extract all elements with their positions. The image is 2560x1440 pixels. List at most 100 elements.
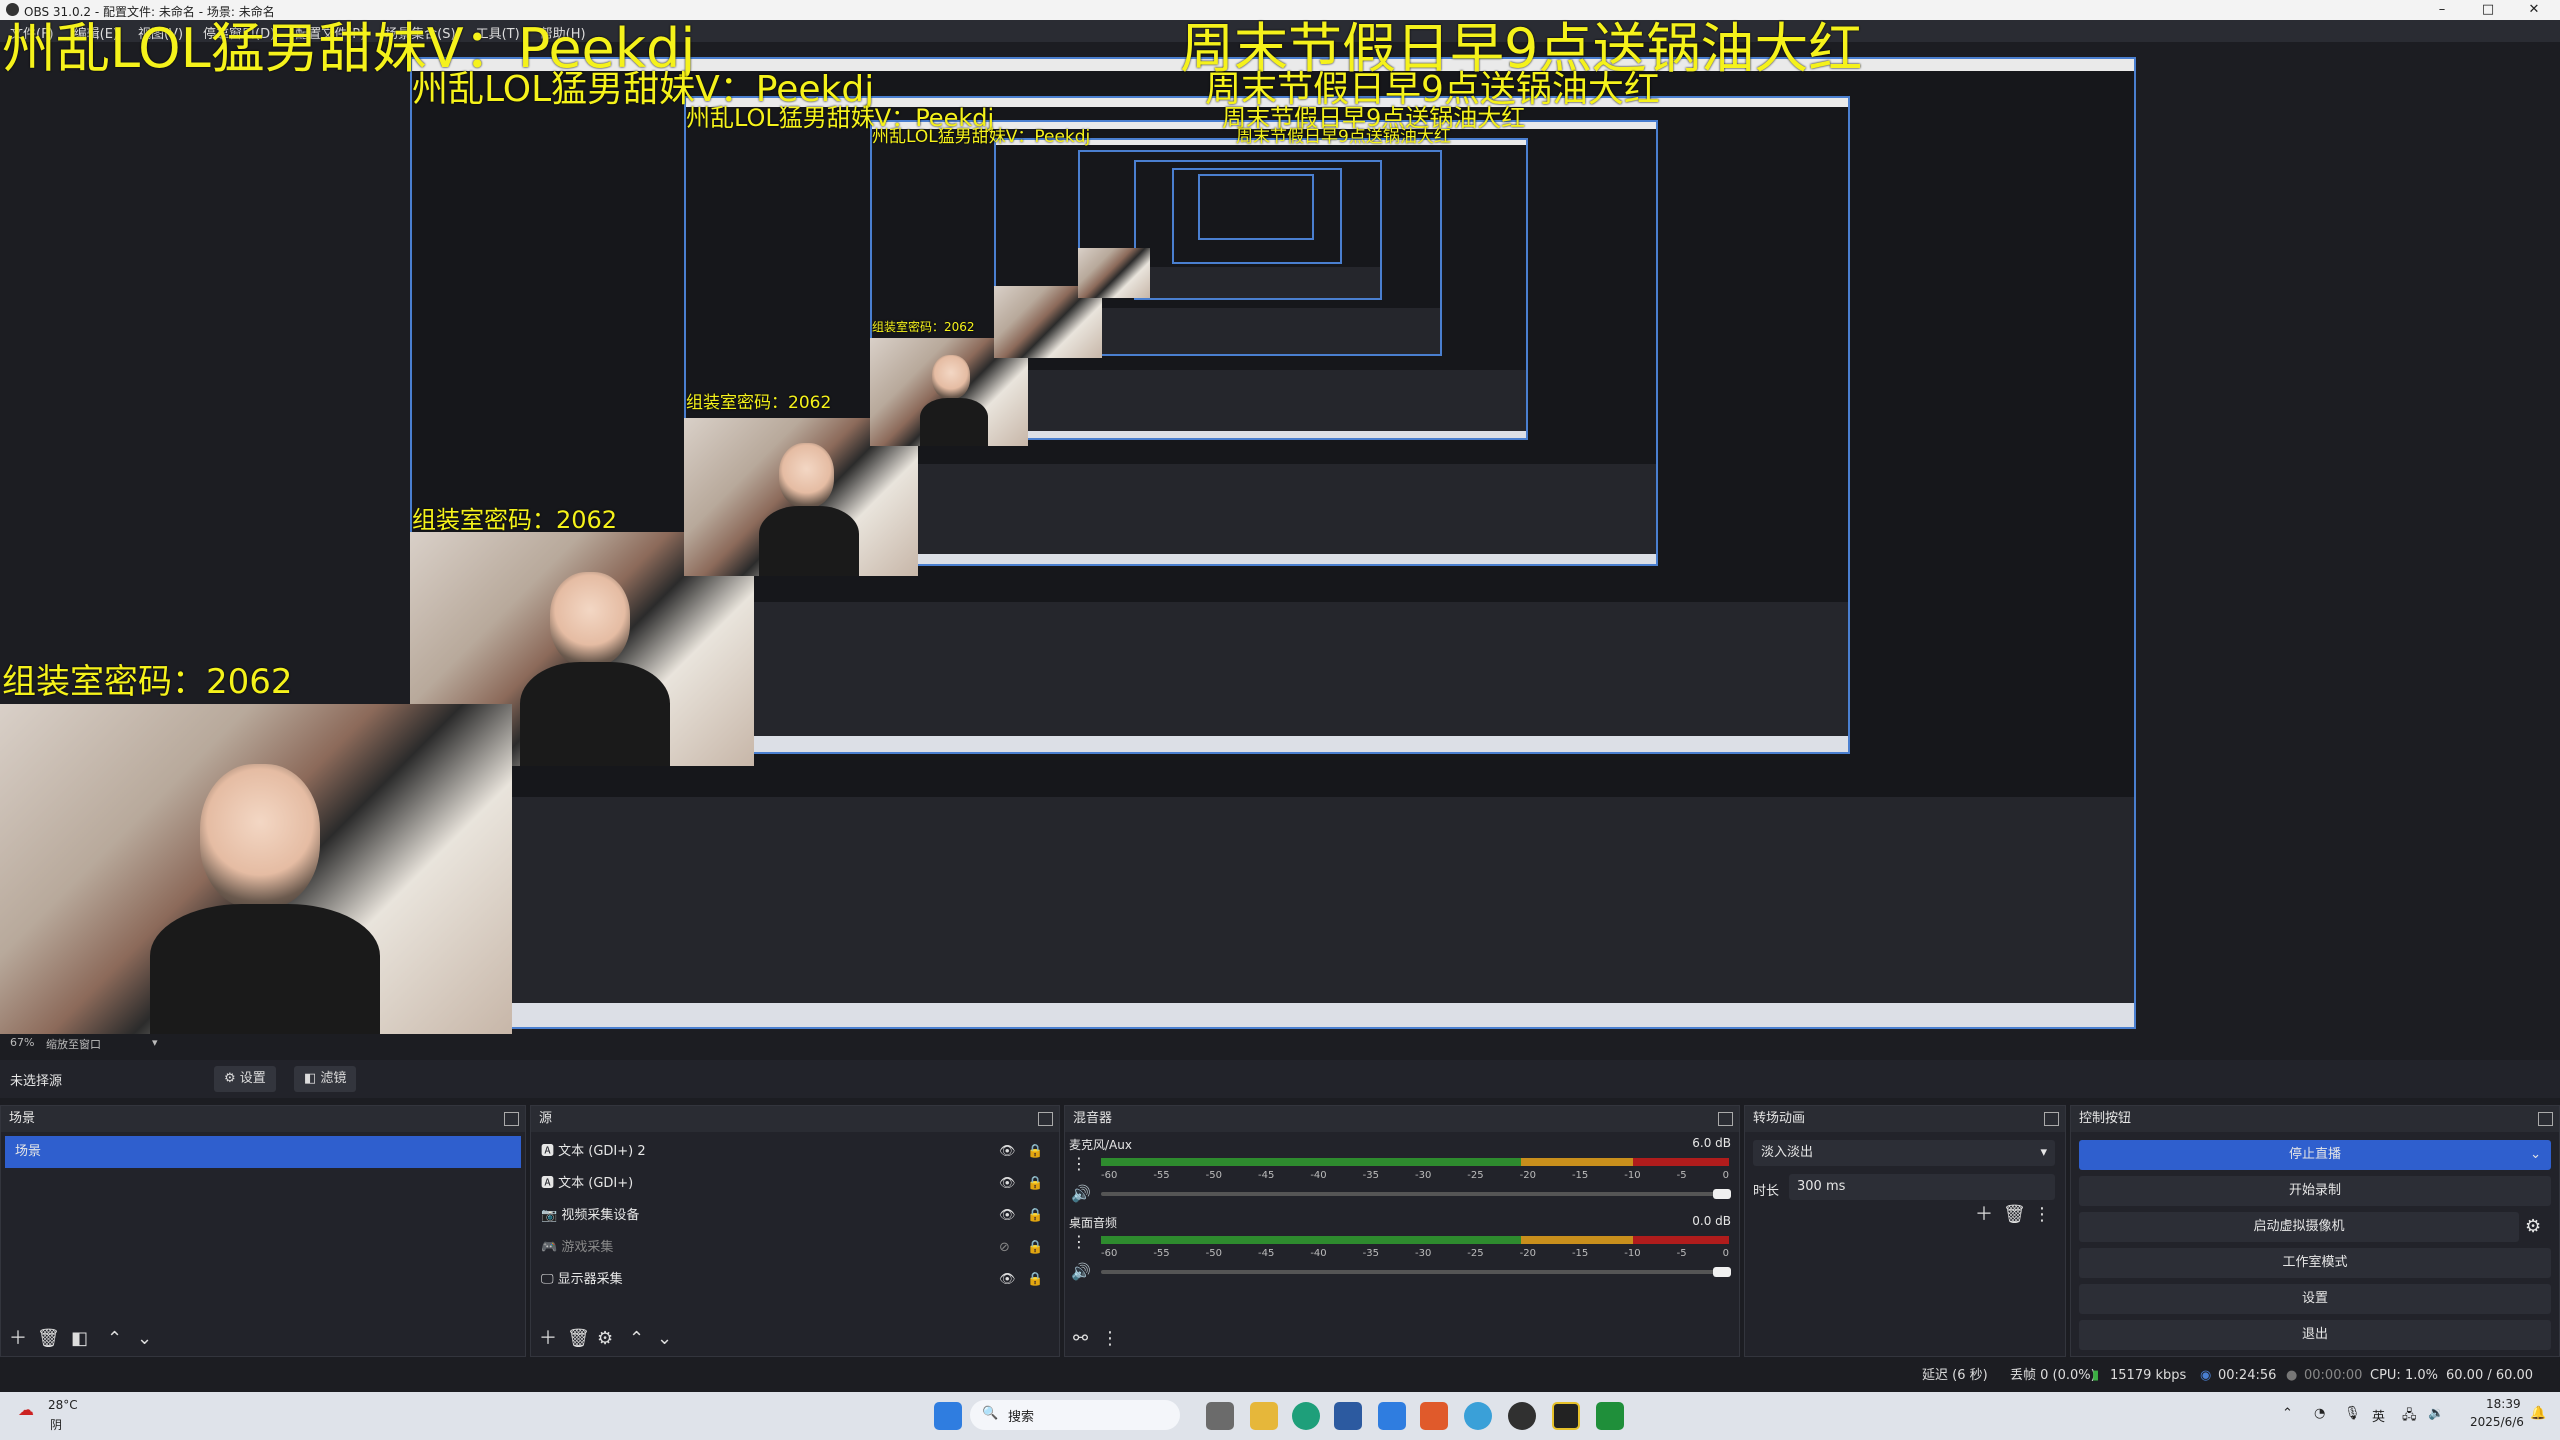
source-item[interactable]: 🅰 文本 (GDI+) 2 👁 🔒 xyxy=(531,1136,1059,1168)
more-options-icon[interactable]: ⋮ xyxy=(1071,1154,1087,1173)
weather-desc: 阴 xyxy=(50,1418,63,1432)
taskbar-search[interactable]: 🔍 搜索 xyxy=(970,1400,1180,1430)
undock-icon[interactable] xyxy=(1718,1112,1733,1126)
clock-date[interactable]: 2025/6/6 xyxy=(2470,1415,2524,1429)
arrow-down-icon[interactable]: ⌄ xyxy=(137,1330,152,1348)
weather-temp[interactable]: 28°C xyxy=(48,1398,78,1412)
weather-icon[interactable]: ☁ xyxy=(18,1400,34,1419)
volume-icon[interactable]: 🔉 xyxy=(2428,1406,2444,1421)
add-icon[interactable]: ＋ xyxy=(1975,1206,1993,1224)
chevron-down-icon[interactable]: ▾ xyxy=(152,1036,158,1049)
zoom-level[interactable]: 67% xyxy=(10,1036,34,1049)
volume-slider[interactable] xyxy=(1101,1192,1729,1196)
search-icon: 🔍 xyxy=(982,1406,999,1421)
eye-icon[interactable]: 👁 xyxy=(999,1200,1016,1232)
undock-icon[interactable] xyxy=(2538,1112,2553,1126)
eye-icon[interactable]: 👁 xyxy=(999,1168,1016,1200)
lock-icon[interactable]: 🔒 xyxy=(1027,1136,1043,1168)
controls-title: 控制按钮 xyxy=(2079,1111,2132,1126)
app-icon[interactable] xyxy=(1552,1402,1580,1430)
ime-indicator[interactable]: 英 xyxy=(2372,1406,2385,1425)
more-options-icon[interactable]: ⋮ xyxy=(1101,1330,1119,1348)
start-virtual-camera-button[interactable]: 启动虚拟摄像机 xyxy=(2079,1212,2519,1242)
eye-icon[interactable]: 👁 xyxy=(999,1264,1016,1296)
undock-icon[interactable] xyxy=(1038,1112,1053,1126)
app-icon[interactable] xyxy=(1378,1402,1406,1430)
duration-field[interactable]: 300 ms xyxy=(1789,1174,2055,1200)
minimize-button[interactable]: – xyxy=(2420,1,2464,19)
notification-bell-icon[interactable]: 🔔 xyxy=(2530,1406,2546,1421)
audio-mixer-dock: 混音器 麦克风/Aux 6.0 dB ⋮ -60 -55 -50 -45 -40 -35-… xyxy=(1064,1105,1740,1357)
controls-dock: 控制按钮 停止直播 ⌄ 开始录制 启动虚拟摄像机 ⚙ 工作室模式 设置 退出 xyxy=(2070,1105,2560,1357)
meter-ticks: -60 -55 -50 -45 -40 -35 -30 -25 -20 -15 -10 -5 0 xyxy=(1101,1170,1729,1181)
app-icon[interactable] xyxy=(1420,1402,1448,1430)
eye-icon[interactable]: 👁 xyxy=(999,1136,1016,1168)
stream-icon: ◉ xyxy=(2200,1368,2212,1383)
network-icon[interactable]: 🖧 xyxy=(2402,1406,2417,1428)
lock-icon[interactable]: 🔒 xyxy=(1027,1264,1043,1296)
undock-icon[interactable] xyxy=(2044,1112,2059,1126)
zoom-mode[interactable]: 缩放至窗口 xyxy=(46,1036,101,1052)
text-icon: 🅰 xyxy=(541,1144,559,1159)
nested-overlay-streamer-text: 州乱LOL猛男甜妹V：Peekdj xyxy=(872,127,1091,147)
stop-streaming-button[interactable]: 停止直播 ⌄ xyxy=(2079,1140,2551,1170)
speaker-icon[interactable]: 🔊 xyxy=(1071,1184,1091,1203)
filter-icon[interactable]: ◧ xyxy=(71,1330,88,1348)
cpu-usage: CPU: 1.0% xyxy=(2370,1368,2438,1383)
lock-icon[interactable]: 🔒 xyxy=(1027,1168,1043,1200)
task-view-icon[interactable] xyxy=(1206,1402,1234,1430)
trash-icon[interactable]: 🗑 xyxy=(2003,1206,2026,1224)
chevron-up-icon[interactable]: ⌃ xyxy=(2282,1406,2293,1421)
add-icon[interactable]: ＋ xyxy=(9,1330,27,1348)
volume-slider-knob[interactable] xyxy=(1713,1189,1731,1199)
file-explorer-icon[interactable] xyxy=(1250,1402,1278,1430)
link-icon[interactable]: ⚯ xyxy=(1073,1330,1088,1348)
arrow-down-icon[interactable]: ⌄ xyxy=(657,1330,672,1348)
trash-icon[interactable]: 🗑 xyxy=(567,1330,590,1348)
scene-item[interactable]: 场景 xyxy=(5,1136,521,1168)
exit-button[interactable]: 退出 xyxy=(2079,1320,2551,1350)
more-options-icon[interactable]: ⋮ xyxy=(1071,1232,1087,1251)
speaker-icon[interactable]: 🔊 xyxy=(1071,1262,1091,1281)
close-button[interactable]: ✕ xyxy=(2512,1,2556,19)
bitrate: 15179 kbps xyxy=(2110,1368,2187,1383)
eye-hidden-icon[interactable]: ⊘ xyxy=(999,1232,1015,1264)
source-settings-button[interactable]: ⚙ 设置 xyxy=(214,1066,276,1092)
maximize-button[interactable]: □ xyxy=(2466,1,2510,19)
no-source-label: 未选择源 xyxy=(10,1074,63,1089)
transition-select[interactable]: 淡入淡出 ▾ xyxy=(1753,1140,2055,1166)
volume-slider-knob[interactable] xyxy=(1713,1267,1731,1277)
clock-time[interactable]: 18:39 xyxy=(2486,1397,2521,1411)
gear-icon[interactable]: ⚙ xyxy=(597,1330,613,1348)
lock-icon[interactable]: 🔒 xyxy=(1027,1232,1043,1264)
arrow-up-icon[interactable]: ⌃ xyxy=(107,1330,122,1348)
preview-canvas[interactable]: 州乱LOL猛男甜妹V：Peekdj 周末节假日早9点送锅油大红 州乱LOL猛男甜… xyxy=(0,17,2560,1035)
add-icon[interactable]: ＋ xyxy=(539,1330,557,1348)
arrow-up-icon[interactable]: ⌃ xyxy=(629,1330,644,1348)
source-item[interactable]: 🅰 文本 (GDI+) 👁 🔒 xyxy=(531,1168,1059,1200)
start-recording-button[interactable]: 开始录制 xyxy=(2079,1176,2551,1206)
studio-mode-button[interactable]: 工作室模式 xyxy=(2079,1248,2551,1278)
app-icon[interactable] xyxy=(1596,1402,1624,1430)
source-item[interactable]: 🎮 游戏采集 ⊘ 🔒 xyxy=(531,1232,1059,1264)
chevron-down-icon[interactable]: ⌄ xyxy=(2530,1140,2541,1170)
more-options-icon[interactable]: ⋮ xyxy=(2033,1206,2051,1224)
edge-browser-icon[interactable] xyxy=(1292,1402,1320,1430)
source-item[interactable]: 🖵 显示器采集 👁 🔒 xyxy=(531,1264,1059,1296)
obs-icon[interactable] xyxy=(1508,1402,1536,1430)
store-icon[interactable] xyxy=(1334,1402,1362,1430)
source-filters-button[interactable]: ◧ 滤镜 xyxy=(294,1066,357,1092)
trash-icon[interactable]: 🗑 xyxy=(37,1330,60,1348)
app-icon[interactable] xyxy=(1464,1402,1492,1430)
undock-icon[interactable] xyxy=(504,1112,519,1126)
start-icon[interactable] xyxy=(934,1402,962,1430)
settings-button[interactable]: 设置 xyxy=(2079,1284,2551,1314)
source-item[interactable]: 📷 视频采集设备 👁 🔒 xyxy=(531,1200,1059,1232)
gear-icon[interactable]: ⚙ xyxy=(2525,1216,2541,1237)
lock-icon[interactable]: 🔒 xyxy=(1027,1200,1043,1232)
volume-slider[interactable] xyxy=(1101,1270,1729,1274)
tray-icon[interactable]: ◔ xyxy=(2314,1406,2325,1421)
overlay-room-code: 组装室密码：2062 xyxy=(2,662,293,702)
microphone-icon[interactable]: 🎙 xyxy=(2344,1406,2361,1421)
nested-preview-frame xyxy=(1198,174,1314,240)
